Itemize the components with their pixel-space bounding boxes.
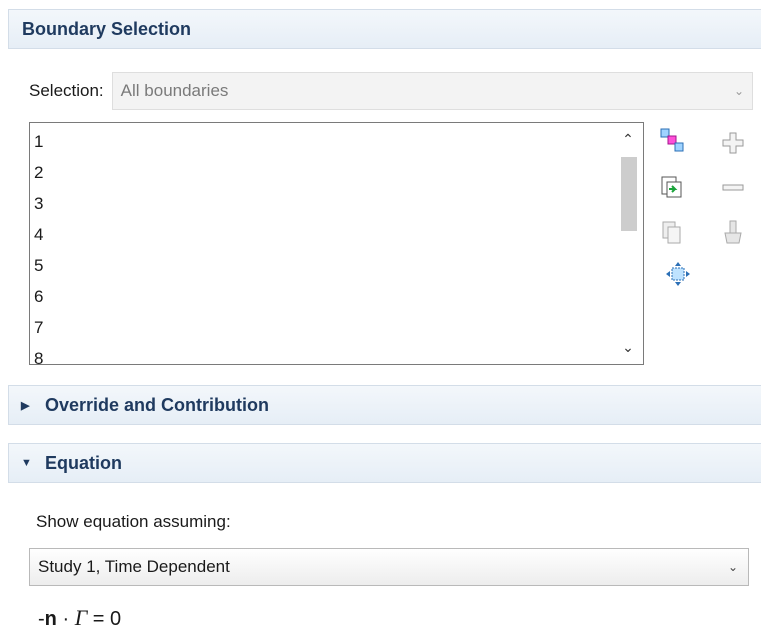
formula-dot: · <box>62 608 70 630</box>
list-item[interactable]: 7 <box>30 312 43 343</box>
formula-minus: - <box>38 608 45 630</box>
remove-icon[interactable] <box>720 175 746 201</box>
add-icon[interactable] <box>720 130 746 156</box>
clear-icon[interactable] <box>720 219 746 245</box>
scroll-up-icon[interactable]: ⌃ <box>613 131 643 148</box>
equation-title: Equation <box>45 452 122 473</box>
expand-arrow-icon: ▶ <box>21 399 30 412</box>
select-icon[interactable] <box>659 127 685 153</box>
selection-row: Selection: All boundaries ⌄ <box>29 72 753 110</box>
paste-selection-icon[interactable] <box>659 174 685 200</box>
equation-formula: -n · Γ = 0 <box>38 605 121 631</box>
list-item[interactable]: 6 <box>30 281 43 312</box>
study-dropdown[interactable]: Study 1, Time Dependent ⌄ <box>29 548 749 586</box>
scroll-down-icon[interactable]: ⌄ <box>613 339 643 356</box>
selection-label: Selection: <box>29 81 104 100</box>
chevron-down-icon: ⌄ <box>727 560 738 574</box>
show-equation-label: Show equation assuming: <box>36 512 231 531</box>
list-item[interactable]: 1 <box>30 126 43 157</box>
override-contribution-title: Override and Contribution <box>45 394 270 415</box>
chevron-down-icon: ⌄ <box>733 84 744 98</box>
formula-rhs: = 0 <box>87 608 122 630</box>
list-item[interactable]: 5 <box>30 250 43 281</box>
formula-gamma: Γ <box>74 605 88 630</box>
list-item[interactable]: 4 <box>30 219 43 250</box>
copy-icon[interactable] <box>659 219 685 245</box>
selection-dropdown[interactable]: All boundaries ⌄ <box>111 72 753 110</box>
list-item[interactable]: 8 <box>30 343 43 364</box>
equation-header[interactable]: ▼ Equation <box>8 443 761 483</box>
scrollbar-thumb[interactable] <box>621 157 637 231</box>
boundary-selection-header[interactable]: Boundary Selection <box>8 9 761 49</box>
selection-value: All boundaries <box>120 81 229 100</box>
list-item[interactable]: 2 <box>30 157 43 188</box>
formula-normal-vector: n <box>44 608 57 630</box>
boundary-selection-title: Boundary Selection <box>22 18 192 39</box>
override-contribution-header[interactable]: ▶ Override and Contribution <box>8 385 761 425</box>
boundary-list[interactable]: 1 2 3 4 5 6 7 8 ⌃ ⌄ <box>29 122 644 365</box>
list-scrollbar[interactable]: ⌃ ⌄ <box>613 123 643 364</box>
study-value: Study 1, Time Dependent <box>38 557 230 576</box>
zoom-to-selection-icon[interactable] <box>665 261 691 287</box>
list-item[interactable]: 3 <box>30 188 43 219</box>
collapse-arrow-icon: ▼ <box>21 457 32 469</box>
